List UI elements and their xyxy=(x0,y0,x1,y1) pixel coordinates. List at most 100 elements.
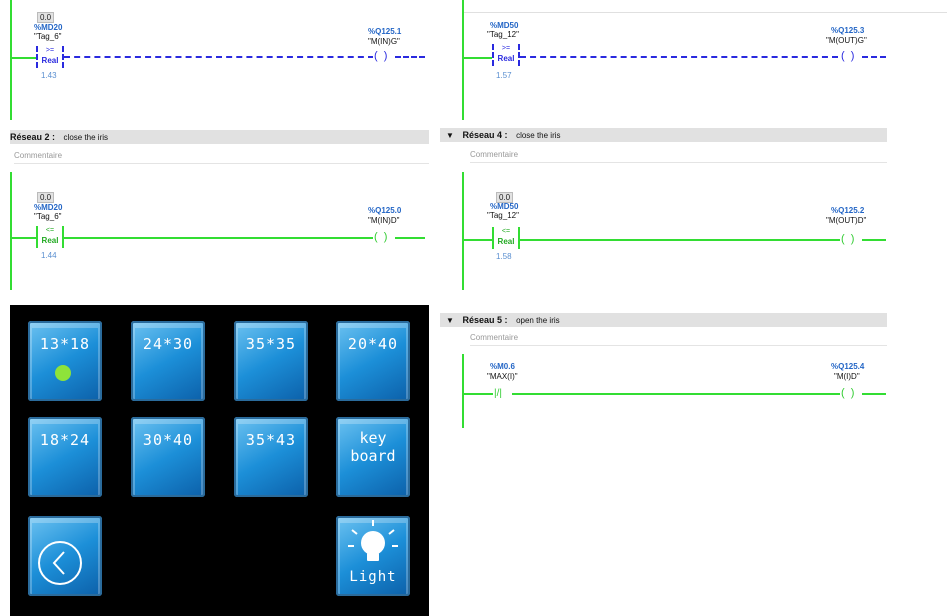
output-coil[interactable]: ( ) xyxy=(373,51,389,62)
operand-address: %MD20 xyxy=(34,23,63,32)
format-button-20x40[interactable]: 20*40 xyxy=(336,321,410,401)
wire xyxy=(64,237,374,239)
compare-operator: >= xyxy=(45,47,55,54)
back-arrow-icon xyxy=(38,541,82,585)
keyboard-button[interactable]: key board xyxy=(336,417,410,497)
wire xyxy=(464,57,492,59)
network-title: open the iris xyxy=(516,316,560,325)
network-title: close the iris xyxy=(516,131,561,140)
coil-address: %Q125.4 xyxy=(831,362,865,371)
wire xyxy=(464,239,492,241)
compare-type: Real xyxy=(41,56,59,65)
button-label: 24*30 xyxy=(142,335,194,353)
compare-type: Real xyxy=(497,237,515,246)
network-comment[interactable]: Commentaire xyxy=(470,331,887,346)
network-title: close the iris xyxy=(63,133,109,142)
wire xyxy=(395,237,425,239)
network-label: Réseau 4 : xyxy=(462,130,508,140)
network-label: Réseau 2 : xyxy=(10,132,56,142)
coil-tag[interactable]: "M(OUT)G" xyxy=(826,36,867,45)
format-button-13x18[interactable]: 13*18 xyxy=(28,321,102,401)
coil-tag[interactable]: "M(IN)D" xyxy=(368,216,399,225)
power-rail xyxy=(10,0,12,120)
compare-operand: 1.44 xyxy=(41,251,57,260)
light-button[interactable]: Light xyxy=(336,516,410,596)
wire xyxy=(520,239,840,241)
coil-tag[interactable]: "M(IN)G" xyxy=(368,37,400,46)
wire xyxy=(12,57,36,59)
power-rail xyxy=(462,172,464,290)
operand-tag[interactable]: "Tag_12" xyxy=(487,30,519,39)
operand-address: %MD20 xyxy=(34,203,63,212)
coil-address: %Q125.3 xyxy=(831,26,865,35)
coil-address: %Q125.1 xyxy=(368,27,402,36)
coil-tag[interactable]: "M(I)D" xyxy=(834,372,860,381)
compare-type: Real xyxy=(41,236,59,245)
separator xyxy=(462,12,947,13)
contact-tag[interactable]: "MAX(I)" xyxy=(487,372,518,381)
network-comment[interactable]: Commentaire xyxy=(470,148,887,163)
operand-tag[interactable]: "Tag_6" xyxy=(34,212,61,221)
format-button-35x43[interactable]: 35*43 xyxy=(234,417,308,497)
network-4-header[interactable]: ▼ Réseau 4 : close the iris xyxy=(440,128,887,142)
hmi-panel: 13*18 24*30 35*35 20*40 18*24 30*40 35*4… xyxy=(10,305,429,616)
output-coil[interactable]: ( ) xyxy=(840,388,856,399)
back-button[interactable] xyxy=(28,516,102,596)
collapse-arrow-icon[interactable]: ▼ xyxy=(440,129,460,143)
wire xyxy=(862,239,886,241)
operand-address: %MD50 xyxy=(490,202,519,211)
coil-address: %Q125.2 xyxy=(831,206,865,215)
nc-contact[interactable]: |/| xyxy=(493,388,503,399)
live-value: 0.0 xyxy=(37,12,55,23)
compare-ge-block[interactable]: >= Real xyxy=(36,46,64,68)
button-label: 13*18 xyxy=(39,335,91,353)
network-comment[interactable]: Commentaire xyxy=(14,149,429,164)
button-label-line2: board xyxy=(350,447,396,465)
wire xyxy=(12,237,36,239)
compare-le-block[interactable]: <= Real xyxy=(36,226,64,248)
format-button-30x40[interactable]: 30*40 xyxy=(131,417,205,497)
collapse-arrow-icon[interactable]: ▼ xyxy=(440,314,460,328)
active-indicator xyxy=(55,365,71,381)
button-label: 35*35 xyxy=(245,335,297,353)
network-2-header[interactable]: Réseau 2 : close the iris xyxy=(10,130,429,144)
operand-tag[interactable]: "Tag_12" xyxy=(487,211,519,220)
button-label-line1: key xyxy=(359,429,387,447)
compare-operand: 1.57 xyxy=(496,71,512,80)
button-label: 20*40 xyxy=(347,335,399,353)
compare-operator: >= xyxy=(501,45,511,52)
compare-ge-block[interactable]: >= Real xyxy=(492,44,520,66)
coil-address: %Q125.0 xyxy=(368,206,402,215)
output-coil[interactable]: ( ) xyxy=(840,234,856,245)
live-value: 0.0 xyxy=(37,192,55,203)
coil-tag[interactable]: "M(OUT)D" xyxy=(826,216,866,225)
wire-dashed xyxy=(64,56,374,58)
network-5-header[interactable]: ▼ Réseau 5 : open the iris xyxy=(440,313,887,327)
power-rail xyxy=(10,172,12,290)
power-rail xyxy=(462,0,464,120)
compare-operator: <= xyxy=(501,228,511,235)
format-button-24x30[interactable]: 24*30 xyxy=(131,321,205,401)
output-coil[interactable]: ( ) xyxy=(840,51,856,62)
format-button-35x35[interactable]: 35*35 xyxy=(234,321,308,401)
wire-dashed xyxy=(520,56,838,58)
operand-tag[interactable]: "Tag_6" xyxy=(34,32,61,41)
wire xyxy=(464,393,494,395)
compare-type: Real xyxy=(497,54,515,63)
network-label: Réseau 5 : xyxy=(462,315,508,325)
format-button-18x24[interactable]: 18*24 xyxy=(28,417,102,497)
compare-operand: 1.58 xyxy=(496,252,512,261)
compare-le-block[interactable]: <= Real xyxy=(492,227,520,249)
contact-address: %M0.6 xyxy=(490,362,515,371)
wire-dashed xyxy=(862,56,886,58)
compare-operator: <= xyxy=(45,227,55,234)
wire xyxy=(862,393,886,395)
compare-operand: 1.43 xyxy=(41,71,57,80)
wire-dashed xyxy=(395,56,425,58)
button-label: 18*24 xyxy=(39,431,91,449)
wire xyxy=(512,393,840,395)
output-coil[interactable]: ( ) xyxy=(373,232,389,243)
operand-address: %MD50 xyxy=(490,21,519,30)
button-label: 30*40 xyxy=(142,431,194,449)
button-label: 35*43 xyxy=(245,431,297,449)
